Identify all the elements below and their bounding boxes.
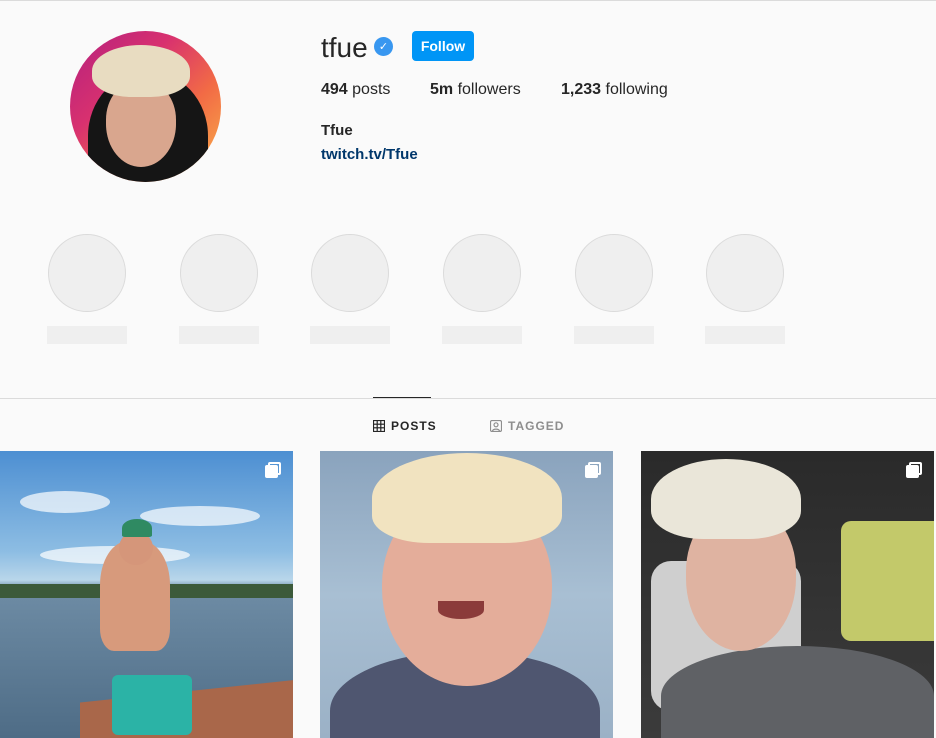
tab-tagged[interactable]: TAGGED xyxy=(490,418,564,434)
highlight-placeholder[interactable] xyxy=(442,234,522,344)
multiple-photos-icon xyxy=(585,462,601,478)
highlight-circle xyxy=(180,234,258,312)
highlight-placeholder[interactable] xyxy=(574,234,654,344)
highlight-circle xyxy=(443,234,521,312)
highlight-placeholder[interactable] xyxy=(310,234,390,344)
profile-full-name: Tfue xyxy=(321,122,353,139)
post-thumbnail[interactable] xyxy=(320,451,613,738)
active-tab-indicator xyxy=(373,397,431,398)
verified-badge-icon: ✓ xyxy=(374,37,393,56)
highlight-label-placeholder xyxy=(705,326,785,344)
following-label: following xyxy=(605,81,668,98)
posts-count-stat: 494 posts xyxy=(321,81,390,99)
following-count-stat[interactable]: 1,233 following xyxy=(561,81,668,99)
followers-label: followers xyxy=(457,81,521,98)
tab-posts[interactable]: POSTS xyxy=(373,418,437,434)
highlight-circle xyxy=(311,234,389,312)
highlight-label-placeholder xyxy=(442,326,522,344)
highlight-label-placeholder xyxy=(47,326,127,344)
highlight-circle xyxy=(48,234,126,312)
highlight-label-placeholder xyxy=(310,326,390,344)
highlight-placeholder[interactable] xyxy=(705,234,785,344)
bio-link[interactable]: twitch.tv/Tfue xyxy=(321,146,418,163)
highlight-circle xyxy=(706,234,784,312)
highlight-circle xyxy=(575,234,653,312)
profile-username: tfue xyxy=(321,32,368,63)
posts-label: posts xyxy=(352,81,391,98)
multiple-photos-icon xyxy=(265,462,281,478)
followers-count-stat[interactable]: 5m followers xyxy=(430,81,521,99)
posts-count: 494 xyxy=(321,81,348,98)
post-thumbnail[interactable] xyxy=(641,451,934,738)
tab-posts-label: POSTS xyxy=(391,419,437,433)
tagged-person-icon xyxy=(490,420,502,432)
follow-button[interactable]: Follow xyxy=(412,31,474,61)
highlight-placeholder[interactable] xyxy=(47,234,127,344)
followers-count: 5m xyxy=(430,81,454,98)
profile-avatar[interactable] xyxy=(70,31,221,182)
grid-icon xyxy=(373,420,385,432)
following-count: 1,233 xyxy=(561,81,602,98)
top-border xyxy=(0,0,936,1)
highlight-label-placeholder xyxy=(574,326,654,344)
tab-tagged-label: TAGGED xyxy=(508,419,565,433)
post-thumbnail[interactable] xyxy=(0,451,293,738)
highlight-label-placeholder xyxy=(179,326,259,344)
tab-divider xyxy=(0,398,936,399)
multiple-photos-icon xyxy=(906,462,922,478)
highlight-placeholder[interactable] xyxy=(179,234,259,344)
